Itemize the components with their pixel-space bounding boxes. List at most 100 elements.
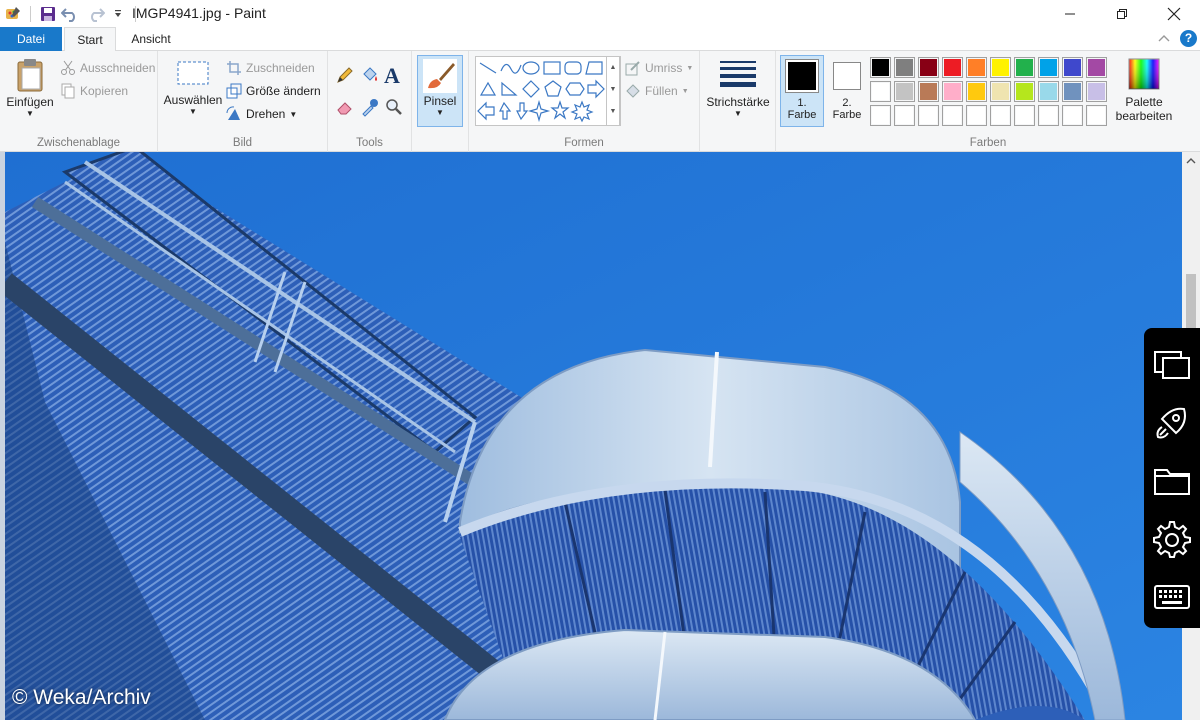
group-colors: 1. Farbe 2. Farbe Palette bearbeiten Far…: [776, 51, 1200, 152]
group-label-tools: Tools: [356, 137, 383, 149]
palette-swatch[interactable]: [1062, 57, 1083, 78]
palette-swatch[interactable]: [990, 81, 1011, 102]
copy-icon: [61, 83, 75, 99]
fill-icon[interactable]: [360, 65, 380, 88]
select-icon: [177, 61, 209, 85]
palette-swatch[interactable]: [870, 81, 891, 102]
color1-label-line1: 1.: [797, 97, 807, 109]
title-bar: IMGP4941.jpg - Paint: [0, 0, 1200, 27]
eraser-icon[interactable]: [335, 97, 355, 120]
palette-swatch[interactable]: [1086, 81, 1107, 102]
color2-button[interactable]: 2. Farbe: [826, 55, 868, 127]
color-palette: [870, 57, 1114, 127]
group-label-colors: Farben: [969, 137, 1007, 149]
resize-button[interactable]: Größe ändern: [226, 83, 321, 99]
palette-swatch[interactable]: [1038, 105, 1059, 126]
select-button[interactable]: Auswählen ▼: [162, 59, 224, 117]
color-picker-icon[interactable]: [360, 97, 380, 120]
palette-swatch[interactable]: [918, 105, 939, 126]
rotate-button[interactable]: Drehen ▼: [226, 106, 297, 122]
resize-label: Größe ändern: [246, 84, 321, 98]
brush-label: Pinsel: [423, 94, 457, 108]
palette-swatch[interactable]: [966, 57, 987, 78]
palette-swatch[interactable]: [990, 105, 1011, 126]
palette-swatch[interactable]: [966, 81, 987, 102]
rocket-icon[interactable]: [1144, 394, 1200, 452]
keyboard-icon[interactable]: [1144, 568, 1200, 626]
outline-label: Umriss: [645, 61, 683, 75]
chevron-down-icon: ▼: [681, 87, 689, 95]
palette-swatch[interactable]: [1086, 105, 1107, 126]
undo-icon[interactable]: [59, 3, 81, 25]
paste-button[interactable]: Einfügen ▼: [4, 57, 56, 119]
palette-swatch[interactable]: [1014, 57, 1035, 78]
canvas-area[interactable]: [0, 152, 1200, 720]
palette-swatch[interactable]: [1038, 81, 1059, 102]
paste-icon: [17, 59, 43, 92]
group-stroke: Strichstärke ▼: [700, 51, 776, 152]
edit-colors-button[interactable]: Palette bearbeiten: [1112, 57, 1176, 123]
palette-swatch[interactable]: [966, 105, 987, 126]
window-title: IMGP4941.jpg - Paint: [132, 5, 266, 21]
stroke-size-icon: [720, 61, 756, 87]
palette-swatch[interactable]: [942, 57, 963, 78]
gear-icon[interactable]: [1144, 510, 1200, 568]
palette-swatch[interactable]: [918, 57, 939, 78]
save-icon[interactable]: [37, 3, 59, 25]
palette-swatch[interactable]: [870, 57, 891, 78]
customize-qat-icon[interactable]: [107, 3, 129, 25]
palette-swatch[interactable]: [1014, 105, 1035, 126]
palette-swatch[interactable]: [1014, 81, 1035, 102]
magnifier-icon[interactable]: [384, 97, 404, 120]
scrollbar-thumb[interactable]: [1186, 274, 1196, 334]
palette-swatch[interactable]: [1062, 105, 1083, 126]
image-canvas[interactable]: [5, 152, 1182, 720]
paint-app-icon[interactable]: [2, 3, 24, 25]
shapes-scroll[interactable]: ▲ ▼ ▼: [606, 56, 620, 126]
chevron-down-icon: ▼: [686, 64, 694, 72]
palette-swatch[interactable]: [894, 105, 915, 126]
palette-swatch[interactable]: [894, 57, 915, 78]
palette-swatch[interactable]: [1086, 57, 1107, 78]
help-icon[interactable]: ?: [1180, 30, 1197, 47]
brush-button[interactable]: Pinsel ▼: [417, 55, 463, 127]
tab-file[interactable]: Datei: [0, 27, 62, 51]
palette-swatch[interactable]: [1062, 81, 1083, 102]
brush-icon: [423, 59, 457, 93]
palette-swatch[interactable]: [894, 81, 915, 102]
color1-label-line2: Farbe: [787, 109, 817, 121]
fill-bucket-icon: [626, 84, 640, 98]
close-button[interactable]: [1148, 0, 1200, 27]
tab-start[interactable]: Start: [64, 27, 116, 52]
palette-swatch[interactable]: [942, 81, 963, 102]
palette-swatch[interactable]: [918, 81, 939, 102]
palette-swatch[interactable]: [1038, 57, 1059, 78]
stroke-size-button[interactable]: Strichstärke ▼: [704, 59, 772, 119]
quick-access-toolbar: [0, 0, 142, 27]
folder-icon[interactable]: [1144, 452, 1200, 510]
shapes-gallery[interactable]: [475, 56, 621, 126]
task-view-icon[interactable]: [1144, 336, 1200, 394]
chevron-down-icon: ▼: [26, 109, 34, 118]
fill-shape-button[interactable]: Füllen ▼: [625, 83, 689, 99]
palette-swatch[interactable]: [942, 105, 963, 126]
paste-label: Einfügen: [6, 95, 54, 109]
crop-button[interactable]: Zuschneiden: [226, 60, 315, 76]
maximize-button[interactable]: [1096, 0, 1148, 27]
pencil-icon[interactable]: [335, 65, 355, 88]
collapse-ribbon-icon[interactable]: [1158, 32, 1170, 46]
text-icon[interactable]: A: [384, 63, 400, 89]
redo-icon[interactable]: [85, 3, 107, 25]
palette-swatch[interactable]: [990, 57, 1011, 78]
tab-view[interactable]: Ansicht: [118, 27, 184, 51]
fill-shape-label: Füllen: [645, 84, 678, 98]
chevron-down-icon: ▼: [734, 109, 742, 118]
outline-button[interactable]: Umriss ▼: [625, 60, 693, 76]
cut-button[interactable]: Ausschneiden: [60, 60, 155, 76]
color2-label-line1: 2.: [842, 97, 852, 109]
copy-button[interactable]: Kopieren: [60, 83, 128, 99]
minimize-button[interactable]: [1044, 0, 1096, 27]
palette-swatch[interactable]: [870, 105, 891, 126]
color1-button[interactable]: 1. Farbe: [780, 55, 824, 127]
scissors-icon: [61, 60, 75, 75]
